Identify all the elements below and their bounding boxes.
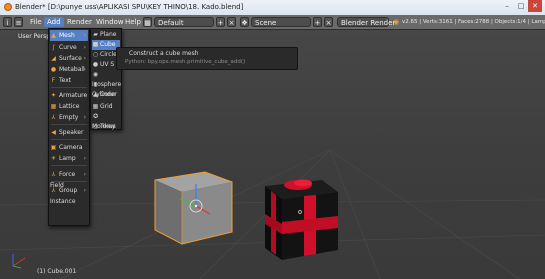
- add-menu-item-group-instance[interactable]: ⅄ Group Instance ›: [50, 185, 88, 205]
- add-menu-item-speaker[interactable]: ◀ Speaker: [50, 127, 88, 138]
- submenu-arrow-icon: ›: [83, 66, 86, 73]
- cube-tooltip: Construct a cube mesh Python: bpy.ops.me…: [116, 47, 298, 70]
- plane-icon: ▰: [93, 31, 98, 38]
- menu-separator: [51, 87, 87, 88]
- cylinder-icon: ▮: [93, 81, 98, 88]
- gift-box-object[interactable]: [265, 179, 338, 261]
- add-menu-item-lamp[interactable]: ☀ Lamp ›: [50, 153, 88, 164]
- menu-separator: [51, 139, 87, 140]
- cone-icon: ▲: [93, 91, 98, 98]
- submenu-arrow-icon: ›: [83, 187, 86, 194]
- armature-icon: ✦: [50, 92, 57, 99]
- tooltip-title: Construct a cube mesh: [129, 50, 199, 57]
- grid-icon: ▦: [92, 103, 99, 110]
- add-menu-item-text[interactable]: F Text: [50, 75, 88, 86]
- uv-sphere-icon: ●: [92, 61, 99, 68]
- add-menu-item-metaball[interactable]: ● Metaball ›: [50, 64, 88, 75]
- add-menu-item-curve[interactable]: ∫ Curve ›: [50, 42, 88, 53]
- mesh-item-cylinder[interactable]: ▮Cylinder: [92, 80, 120, 98]
- selected-cube-object[interactable]: [154, 171, 233, 245]
- empty-icon: ⅄: [51, 114, 56, 121]
- mesh-item-cone[interactable]: ▲ Cone: [92, 90, 120, 100]
- add-menu-item-armature[interactable]: ✦ Armature ›: [50, 90, 88, 101]
- surface-icon: ◢: [51, 55, 56, 62]
- speaker-icon: ◀: [51, 129, 56, 136]
- circle-icon: ○: [92, 51, 99, 58]
- view-perspective-label: User Persp: [18, 33, 51, 40]
- mesh-item-torus[interactable]: ◎ Torus: [92, 122, 120, 132]
- lamp-icon: ☀: [50, 155, 57, 162]
- add-menu-item-mesh[interactable]: ▲ Mesh ›: [50, 30, 88, 41]
- mesh-icon: ▲: [51, 32, 56, 39]
- submenu-arrow-icon: ›: [83, 55, 86, 62]
- add-menu-item-lattice[interactable]: ▦ Lattice: [50, 101, 88, 112]
- camera-icon: ▣: [50, 144, 57, 151]
- menu-separator: [51, 124, 87, 125]
- torus-icon: ◎: [92, 123, 99, 130]
- view-axis-widget: [12, 254, 26, 269]
- add-menu-item-empty[interactable]: ⅄ Empty ›: [50, 112, 88, 123]
- add-menu-dropdown: ▲ Mesh › ∫ Curve › ◢ Surface › ● Metaball › F Tex…: [48, 28, 90, 226]
- submenu-arrow-icon: ›: [83, 171, 86, 178]
- submenu-arrow-icon: ›: [83, 92, 86, 99]
- add-menu-item-camera[interactable]: ▣ Camera: [50, 142, 88, 153]
- curve-icon: ∫: [51, 44, 56, 51]
- mesh-item-grid[interactable]: ▦ Grid: [92, 102, 120, 112]
- metaball-icon: ●: [50, 66, 57, 73]
- submenu-arrow-icon: ›: [83, 114, 86, 121]
- group-instance-icon: ⅄: [51, 187, 56, 194]
- active-object-label: (1) Cube.001: [37, 268, 77, 275]
- monkey-icon: ✪: [92, 113, 99, 120]
- mesh-item-icosphere[interactable]: ◉Icosphere: [92, 70, 121, 88]
- text-icon: F: [51, 77, 56, 84]
- mesh-item-monkey[interactable]: ✪Monkey: [92, 112, 120, 130]
- submenu-arrow-icon: ›: [83, 155, 86, 162]
- lattice-icon: ▦: [50, 103, 57, 110]
- tooltip-python: Python: bpy.ops.mesh.primitive_cube_add(…: [125, 59, 246, 65]
- mesh-submenu: ▰ Plane ■ Cube ○ Circle ● UV S ◉Icosphere ▮C…: [90, 28, 122, 130]
- submenu-arrow-icon: ›: [83, 44, 86, 51]
- add-menu-item-surface[interactable]: ◢ Surface ›: [50, 53, 88, 64]
- add-menu-item-force-field[interactable]: ⅄ Force Field ›: [50, 169, 88, 189]
- submenu-arrow-icon: ›: [83, 32, 86, 39]
- menu-separator: [51, 181, 87, 182]
- icosphere-icon: ◉: [92, 71, 99, 78]
- menu-separator: [51, 165, 87, 166]
- cube-icon: ■: [92, 41, 99, 48]
- mesh-item-plane[interactable]: ▰ Plane: [92, 30, 120, 40]
- force-field-icon: ⅄: [51, 171, 56, 178]
